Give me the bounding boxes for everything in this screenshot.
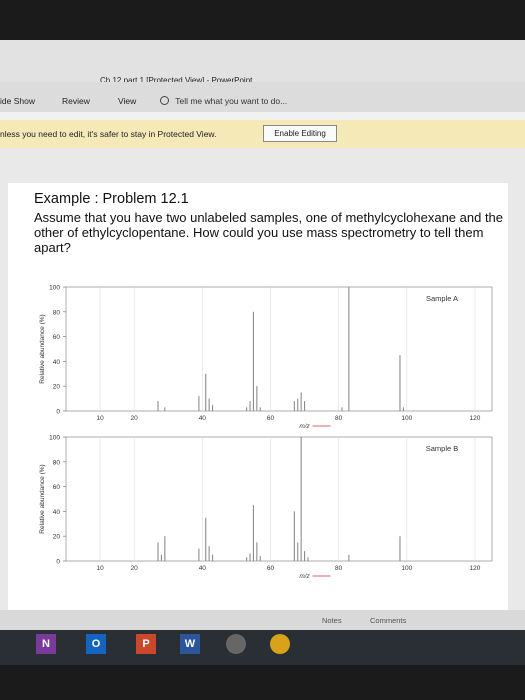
y-tick-label: 40 bbox=[53, 359, 61, 366]
title-bar: Ch 12 part 1 [Protected View] - PowerPoi… bbox=[0, 40, 525, 85]
slide-body: Assume that you have two unlabeled sampl… bbox=[34, 210, 504, 255]
y-tick-label: 80 bbox=[53, 309, 61, 316]
y-tick-label: 100 bbox=[49, 435, 60, 442]
chrome-icon[interactable] bbox=[270, 634, 290, 654]
x-tick-label: 120 bbox=[470, 565, 481, 572]
tab-view[interactable]: View bbox=[118, 96, 136, 106]
notes-button[interactable]: Notes bbox=[322, 616, 342, 625]
x-tick-label: 20 bbox=[131, 415, 139, 422]
x-tick-label: 20 bbox=[131, 565, 139, 572]
status-bar: Notes Comments bbox=[0, 610, 525, 630]
y-axis-label: Relative abundance (%) bbox=[39, 464, 46, 533]
y-tick-label: 60 bbox=[53, 334, 61, 341]
powerpoint-icon[interactable]: P bbox=[136, 634, 156, 654]
outlook-icon[interactable]: O bbox=[86, 634, 106, 654]
x-tick-label: 40 bbox=[199, 565, 207, 572]
y-tick-label: 60 bbox=[53, 484, 61, 491]
tell-me-search[interactable]: Tell me what you want to do... bbox=[160, 96, 287, 106]
enable-editing-button[interactable]: Enable Editing bbox=[263, 125, 337, 142]
spectrum-chart-a: 0 20 40 60 80 100 10 20 40 60 80 100 120 Sample A Rela… bbox=[39, 285, 493, 430]
powerpoint-window: Ch 12 part 1 [Protected View] - PowerPoi… bbox=[0, 40, 525, 665]
slide-heading: Example : Problem 12.1 bbox=[34, 191, 189, 207]
x-tick-label: 10 bbox=[96, 415, 104, 422]
y-tick-label: 40 bbox=[53, 509, 61, 516]
y-tick-label: 0 bbox=[56, 409, 60, 416]
y-tick-label: 20 bbox=[53, 534, 61, 541]
plot-area bbox=[65, 286, 493, 412]
lightbulb-icon bbox=[160, 96, 169, 105]
x-tick-label: 100 bbox=[401, 415, 412, 422]
y-tick-label: 80 bbox=[53, 459, 61, 466]
taskbar: N O P W bbox=[0, 630, 525, 665]
y-tick-label: 100 bbox=[49, 285, 60, 292]
comments-button[interactable]: Comments bbox=[370, 616, 406, 625]
chart-title: Sample A bbox=[426, 294, 458, 303]
y-axis-label: Relative abundance (%) bbox=[39, 314, 46, 383]
x-tick-label: 10 bbox=[96, 565, 104, 572]
x-axis-label: m/z bbox=[299, 573, 310, 580]
word-icon[interactable]: W bbox=[180, 634, 200, 654]
tell-me-label: Tell me what you want to do... bbox=[175, 96, 288, 106]
onenote-icon[interactable]: N bbox=[36, 634, 56, 654]
tab-slide-show[interactable]: ide Show bbox=[0, 96, 35, 106]
slide: Example : Problem 12.1 Assume that you h… bbox=[8, 183, 508, 613]
skype-icon[interactable] bbox=[226, 634, 246, 654]
spectrum-chart-b: 0 20 40 60 80 100 10 20 40 60 80 100 120 Sample B Rela… bbox=[39, 435, 493, 580]
protected-view-bar: nless you need to edit, it's safer to st… bbox=[0, 120, 525, 149]
x-tick-label: 80 bbox=[335, 565, 343, 572]
tab-review[interactable]: Review bbox=[62, 96, 90, 106]
chart-title: Sample B bbox=[426, 444, 459, 453]
x-tick-label: 100 bbox=[401, 565, 412, 572]
x-tick-label: 60 bbox=[267, 415, 275, 422]
x-tick-label: 80 bbox=[335, 415, 343, 422]
x-tick-label: 120 bbox=[470, 415, 481, 422]
plot-area bbox=[65, 436, 493, 562]
x-axis-label: m/z bbox=[299, 423, 310, 430]
ribbon-tabs: ide Show Review View Tell me what you wa… bbox=[0, 82, 525, 112]
protected-view-message: nless you need to edit, it's safer to st… bbox=[0, 129, 217, 139]
y-tick-label: 0 bbox=[56, 559, 60, 566]
y-tick-label: 20 bbox=[53, 384, 61, 391]
x-tick-label: 60 bbox=[267, 565, 275, 572]
x-tick-label: 40 bbox=[199, 415, 207, 422]
slide-area: Example : Problem 12.1 Assume that you h… bbox=[0, 148, 525, 618]
